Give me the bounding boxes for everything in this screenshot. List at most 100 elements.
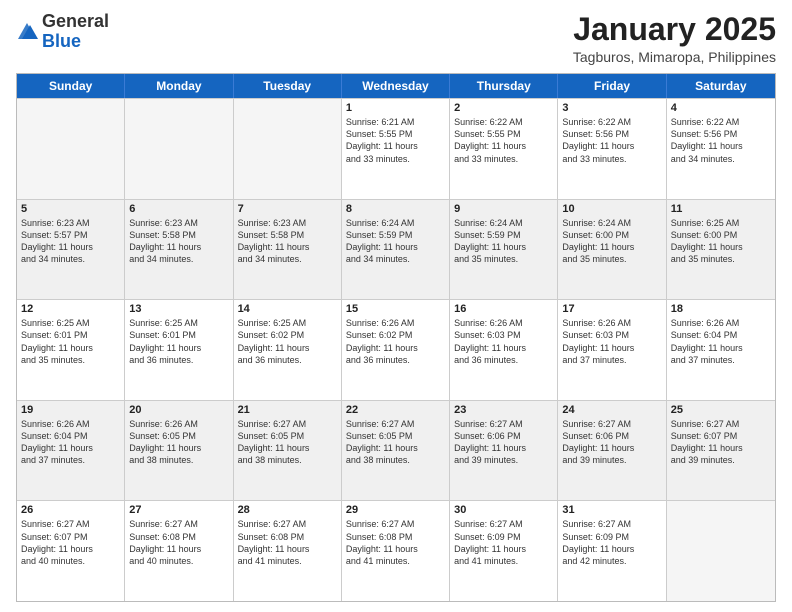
day-info: Sunrise: 6:26 AM Sunset: 6:03 PM Dayligh… <box>454 317 553 366</box>
calendar-title: January 2025 <box>573 12 776 47</box>
day-number: 22 <box>346 404 445 416</box>
header-day-monday: Monday <box>125 74 233 98</box>
cal-cell-r0c5: 3 Sunrise: 6:22 AM Sunset: 5:56 PM Daylig… <box>558 99 666 199</box>
day-info: Sunrise: 6:25 AM Sunset: 6:02 PM Dayligh… <box>238 317 337 366</box>
day-number: 18 <box>671 303 771 315</box>
header-day-sunday: Sunday <box>17 74 125 98</box>
cal-cell-r2c5: 17Sunrise: 6:26 AM Sunset: 6:03 PM Dayli… <box>558 300 666 400</box>
day-number: 7 <box>238 203 337 215</box>
logo-general: General <box>42 11 109 31</box>
day-number: 21 <box>238 404 337 416</box>
day-info: Sunrise: 6:22 AM Sunset: 5:56 PM Dayligh… <box>562 116 661 165</box>
cal-cell-r0c1 <box>125 99 233 199</box>
day-info: Sunrise: 6:27 AM Sunset: 6:06 PM Dayligh… <box>562 418 661 467</box>
logo-icon <box>16 21 38 43</box>
day-number: 26 <box>21 504 120 516</box>
calendar-header-row: SundayMondayTuesdayWednesdayThursdayFrid… <box>17 74 775 98</box>
cal-cell-r4c5: 31 Sunrise: 6:27 AM Sunset: 6:09 PM Dayli… <box>558 501 666 601</box>
day-number: 19 <box>21 404 120 416</box>
title-block: January 2025 Tagburos, Mimaropa, Philipp… <box>573 12 776 65</box>
header-day-tuesday: Tuesday <box>234 74 342 98</box>
header-day-saturday: Saturday <box>667 74 775 98</box>
cal-cell-r1c3: 8Sunrise: 6:24 AM Sunset: 5:59 PM Daylig… <box>342 200 450 300</box>
calendar-body: 1Sunrise: 6:21 AM Sunset: 5:55 PM Daylig… <box>17 98 775 601</box>
cal-row-2: 12 Sunrise: 6:25 AM Sunset: 6:01 PM Dayli… <box>17 299 775 400</box>
cal-cell-r4c6 <box>667 501 775 601</box>
day-number: 20 <box>129 404 228 416</box>
cal-cell-r1c5: 10 Sunrise: 6:24 AM Sunset: 6:00 PM Dayli… <box>558 200 666 300</box>
day-number: 23 <box>454 404 553 416</box>
day-info: Sunrise: 6:27 AM Sunset: 6:08 PM Dayligh… <box>346 518 445 567</box>
cal-cell-r4c3: 29 Sunrise: 6:27 AM Sunset: 6:08 PM Dayli… <box>342 501 450 601</box>
day-info: Sunrise: 6:27 AM Sunset: 6:08 PM Dayligh… <box>129 518 228 567</box>
day-info: Sunrise: 6:26 AM Sunset: 6:02 PM Dayligh… <box>346 317 445 366</box>
day-number: 8 <box>346 203 445 215</box>
cal-row-1: 5Sunrise: 6:23 AM Sunset: 5:57 PM Daylig… <box>17 199 775 300</box>
day-info: Sunrise: 6:23 AM Sunset: 5:57 PM Dayligh… <box>21 217 120 266</box>
cal-cell-r1c1: 6Sunrise: 6:23 AM Sunset: 5:58 PM Daylig… <box>125 200 233 300</box>
calendar-subtitle: Tagburos, Mimaropa, Philippines <box>573 49 776 65</box>
day-info: Sunrise: 6:26 AM Sunset: 6:04 PM Dayligh… <box>21 418 120 467</box>
day-number: 12 <box>21 303 120 315</box>
day-info: Sunrise: 6:27 AM Sunset: 6:08 PM Dayligh… <box>238 518 337 567</box>
calendar: SundayMondayTuesdayWednesdayThursdayFrid… <box>16 73 776 602</box>
day-number: 30 <box>454 504 553 516</box>
day-number: 24 <box>562 404 661 416</box>
cal-cell-r0c0 <box>17 99 125 199</box>
day-number: 1 <box>346 102 445 114</box>
cal-cell-r4c0: 26 Sunrise: 6:27 AM Sunset: 6:07 PM Dayli… <box>17 501 125 601</box>
cal-cell-r3c6: 25 Sunrise: 6:27 AM Sunset: 6:07 PM Dayli… <box>667 401 775 501</box>
day-number: 3 <box>562 102 661 114</box>
day-info: Sunrise: 6:26 AM Sunset: 6:05 PM Dayligh… <box>129 418 228 467</box>
day-number: 29 <box>346 504 445 516</box>
cal-cell-r2c0: 12 Sunrise: 6:25 AM Sunset: 6:01 PM Dayli… <box>17 300 125 400</box>
cal-cell-r4c2: 28 Sunrise: 6:27 AM Sunset: 6:08 PM Dayli… <box>234 501 342 601</box>
day-info: Sunrise: 6:25 AM Sunset: 6:01 PM Dayligh… <box>129 317 228 366</box>
day-number: 4 <box>671 102 771 114</box>
cal-cell-r1c2: 7 Sunrise: 6:23 AM Sunset: 5:58 PM Daylig… <box>234 200 342 300</box>
day-number: 17 <box>562 303 661 315</box>
cal-cell-r0c4: 2Sunrise: 6:22 AM Sunset: 5:55 PM Daylig… <box>450 99 558 199</box>
day-number: 15 <box>346 303 445 315</box>
day-info: Sunrise: 6:26 AM Sunset: 6:04 PM Dayligh… <box>671 317 771 366</box>
day-info: Sunrise: 6:27 AM Sunset: 6:09 PM Dayligh… <box>562 518 661 567</box>
day-number: 2 <box>454 102 553 114</box>
cal-cell-r0c6: 4 Sunrise: 6:22 AM Sunset: 5:56 PM Daylig… <box>667 99 775 199</box>
header-day-wednesday: Wednesday <box>342 74 450 98</box>
day-number: 11 <box>671 203 771 215</box>
day-number: 9 <box>454 203 553 215</box>
day-number: 13 <box>129 303 228 315</box>
day-info: Sunrise: 6:24 AM Sunset: 5:59 PM Dayligh… <box>454 217 553 266</box>
day-info: Sunrise: 6:27 AM Sunset: 6:07 PM Dayligh… <box>671 418 771 467</box>
day-number: 28 <box>238 504 337 516</box>
cal-row-4: 26 Sunrise: 6:27 AM Sunset: 6:07 PM Dayli… <box>17 500 775 601</box>
day-info: Sunrise: 6:23 AM Sunset: 5:58 PM Dayligh… <box>129 217 228 266</box>
cal-cell-r3c1: 20 Sunrise: 6:26 AM Sunset: 6:05 PM Dayli… <box>125 401 233 501</box>
day-info: Sunrise: 6:23 AM Sunset: 5:58 PM Dayligh… <box>238 217 337 266</box>
cal-cell-r3c5: 24 Sunrise: 6:27 AM Sunset: 6:06 PM Dayli… <box>558 401 666 501</box>
cal-cell-r2c6: 18 Sunrise: 6:26 AM Sunset: 6:04 PM Dayli… <box>667 300 775 400</box>
cal-row-3: 19 Sunrise: 6:26 AM Sunset: 6:04 PM Dayli… <box>17 400 775 501</box>
cal-cell-r1c4: 9 Sunrise: 6:24 AM Sunset: 5:59 PM Daylig… <box>450 200 558 300</box>
day-info: Sunrise: 6:27 AM Sunset: 6:05 PM Dayligh… <box>238 418 337 467</box>
cal-cell-r0c2 <box>234 99 342 199</box>
day-number: 31 <box>562 504 661 516</box>
cal-cell-r1c6: 11 Sunrise: 6:25 AM Sunset: 6:00 PM Dayli… <box>667 200 775 300</box>
cal-row-0: 1Sunrise: 6:21 AM Sunset: 5:55 PM Daylig… <box>17 98 775 199</box>
cal-cell-r3c4: 23 Sunrise: 6:27 AM Sunset: 6:06 PM Dayli… <box>450 401 558 501</box>
day-info: Sunrise: 6:25 AM Sunset: 6:01 PM Dayligh… <box>21 317 120 366</box>
day-number: 14 <box>238 303 337 315</box>
day-number: 10 <box>562 203 661 215</box>
day-info: Sunrise: 6:27 AM Sunset: 6:09 PM Dayligh… <box>454 518 553 567</box>
day-info: Sunrise: 6:24 AM Sunset: 6:00 PM Dayligh… <box>562 217 661 266</box>
day-number: 16 <box>454 303 553 315</box>
day-info: Sunrise: 6:27 AM Sunset: 6:07 PM Dayligh… <box>21 518 120 567</box>
day-info: Sunrise: 6:27 AM Sunset: 6:06 PM Dayligh… <box>454 418 553 467</box>
cal-cell-r0c3: 1Sunrise: 6:21 AM Sunset: 5:55 PM Daylig… <box>342 99 450 199</box>
day-info: Sunrise: 6:22 AM Sunset: 5:56 PM Dayligh… <box>671 116 771 165</box>
day-info: Sunrise: 6:25 AM Sunset: 6:00 PM Dayligh… <box>671 217 771 266</box>
cal-cell-r2c4: 16 Sunrise: 6:26 AM Sunset: 6:03 PM Dayli… <box>450 300 558 400</box>
day-number: 25 <box>671 404 771 416</box>
cal-cell-r2c2: 14 Sunrise: 6:25 AM Sunset: 6:02 PM Dayli… <box>234 300 342 400</box>
cal-cell-r3c2: 21 Sunrise: 6:27 AM Sunset: 6:05 PM Dayli… <box>234 401 342 501</box>
